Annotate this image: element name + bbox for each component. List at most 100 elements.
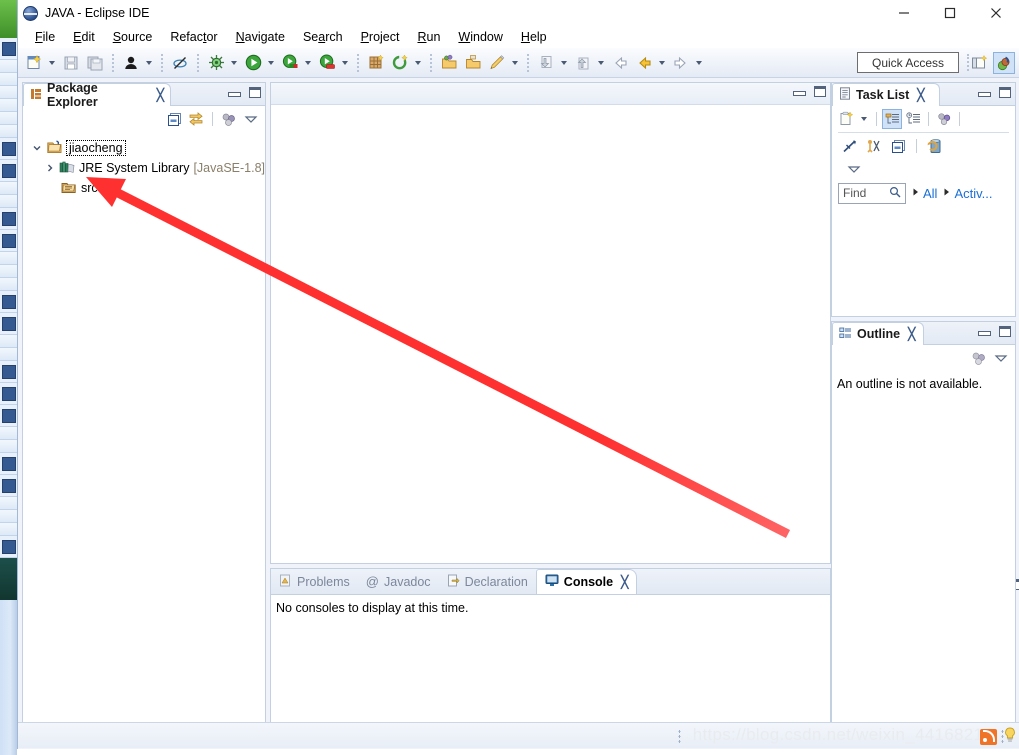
run-error-dropdown-icon[interactable]: [339, 52, 350, 74]
tab-problems[interactable]: Problems: [271, 569, 358, 594]
minimize-icon[interactable]: [978, 326, 991, 337]
minimize-icon[interactable]: [228, 87, 241, 98]
new-task-dropdown-icon[interactable]: [858, 108, 869, 130]
collapse-all-icon[interactable]: [864, 136, 884, 156]
new-wizard-icon[interactable]: [23, 52, 45, 74]
close-tab-icon[interactable]: ╳: [157, 88, 164, 102]
person-icon[interactable]: [120, 52, 142, 74]
lightbulb-icon[interactable]: [1004, 727, 1016, 745]
minimize-window-button[interactable]: [881, 0, 927, 26]
debug-dropdown-icon[interactable]: [228, 52, 239, 74]
link-break-icon[interactable]: [169, 52, 191, 74]
search-pencil-icon[interactable]: [486, 52, 508, 74]
previous-annotation-dropdown-icon[interactable]: [595, 52, 606, 74]
forward-dropdown-icon[interactable]: [693, 52, 704, 74]
new-class-dropdown-icon[interactable]: [412, 52, 423, 74]
find-input[interactable]: Find: [838, 182, 906, 204]
open-perspective-icon[interactable]: [969, 52, 991, 74]
next-annotation-icon[interactable]: [535, 52, 557, 74]
tab-task-list[interactable]: Task List ╳: [832, 83, 940, 106]
save-all-icon[interactable]: [84, 52, 106, 74]
quick-access-input[interactable]: Quick Access: [857, 52, 959, 73]
open-type-icon[interactable]: [438, 52, 460, 74]
search-dropdown-icon[interactable]: [509, 52, 520, 74]
next-annotation-dropdown-icon[interactable]: [558, 52, 569, 74]
debug-bug-icon[interactable]: [205, 52, 227, 74]
close-tab-icon[interactable]: ╳: [621, 575, 628, 589]
tab-console[interactable]: Console ╳: [535, 569, 638, 594]
back-dropdown-icon[interactable]: [656, 52, 667, 74]
restore-icon[interactable]: [888, 136, 908, 156]
view-menu-icon[interactable]: [844, 159, 864, 179]
close-window-button[interactable]: [973, 0, 1019, 26]
menu-file[interactable]: File: [26, 28, 64, 46]
run-error-icon[interactable]: [316, 52, 338, 74]
library-icon: [59, 160, 75, 177]
chevron-right-icon[interactable]: [45, 162, 55, 174]
coverage-icon[interactable]: [279, 52, 301, 74]
maximize-icon[interactable]: [249, 87, 261, 98]
menu-run[interactable]: Run: [408, 28, 449, 46]
tree-row-jre-system-library[interactable]: JRE System Library [JavaSE-1.8]: [23, 158, 265, 178]
new-task-icon[interactable]: [837, 109, 857, 129]
maximize-icon[interactable]: [999, 87, 1011, 98]
quick-access-label: Quick Access: [871, 55, 945, 70]
tab-javadoc[interactable]: @ Javadoc: [358, 569, 439, 594]
menu-refactor[interactable]: Refactor: [161, 28, 226, 46]
new-wizard-dropdown-icon[interactable]: [46, 52, 57, 74]
tab-declaration[interactable]: Declaration: [439, 569, 536, 594]
minimize-icon[interactable]: [793, 86, 806, 97]
java-perspective-icon[interactable]: [993, 52, 1015, 74]
focus-on-workweek-icon[interactable]: [934, 109, 954, 129]
new-class-icon[interactable]: [389, 52, 411, 74]
filter-activate[interactable]: Activ...: [943, 185, 993, 201]
view-menu-group-icon[interactable]: [969, 348, 989, 368]
menu-navigate[interactable]: Navigate: [227, 28, 294, 46]
menu-project[interactable]: Project: [352, 28, 409, 46]
view-menu-icon[interactable]: [241, 109, 261, 129]
tab-label: Declaration: [464, 574, 528, 589]
menu-edit[interactable]: Edit: [64, 28, 104, 46]
scheduled-presentation-icon[interactable]: [903, 109, 923, 129]
status-grip[interactable]: [678, 729, 681, 744]
back-history-icon[interactable]: [609, 52, 631, 74]
close-tab-icon[interactable]: ╳: [908, 327, 915, 341]
back-arrow-icon[interactable]: [633, 52, 655, 74]
synchronize-changed-icon[interactable]: [840, 136, 860, 156]
tree-row-jiaocheng[interactable]: jiaocheng: [23, 138, 265, 158]
menu-help[interactable]: Help: [512, 28, 556, 46]
forward-arrow-icon[interactable]: [670, 52, 692, 74]
filter-activate-label: Activ...: [954, 185, 993, 201]
categorized-presentation-icon[interactable]: [882, 109, 902, 129]
view-menu-group-icon[interactable]: [219, 109, 239, 129]
console-output[interactable]: No consoles to display at this time.: [271, 595, 830, 615]
tab-outline[interactable]: Outline ╳: [832, 322, 924, 345]
save-icon[interactable]: [60, 52, 82, 74]
run-dropdown-icon[interactable]: [265, 52, 276, 74]
person-dropdown-icon[interactable]: [143, 52, 154, 74]
previous-annotation-icon[interactable]: [572, 52, 594, 74]
editor-area[interactable]: [270, 82, 831, 564]
maximize-window-button[interactable]: [927, 0, 973, 26]
collapse-all-icon[interactable]: [164, 109, 184, 129]
refresh-repository-icon[interactable]: [925, 136, 945, 156]
chevron-down-icon[interactable]: [31, 142, 43, 154]
open-task-icon[interactable]: [462, 52, 484, 74]
menu-search[interactable]: Search: [294, 28, 352, 46]
maximize-icon[interactable]: [814, 86, 826, 97]
filter-all[interactable]: All: [912, 186, 937, 201]
new-java-package-icon[interactable]: [365, 52, 387, 74]
maximize-icon[interactable]: [999, 326, 1011, 337]
view-menu-icon[interactable]: [991, 348, 1011, 368]
search-icon[interactable]: [889, 186, 901, 201]
rss-icon[interactable]: [980, 729, 997, 745]
tab-package-explorer[interactable]: Package Explorer ╳: [23, 81, 171, 109]
close-tab-icon[interactable]: ╳: [917, 88, 924, 102]
minimize-icon[interactable]: [978, 87, 991, 98]
link-with-editor-icon[interactable]: [186, 109, 206, 129]
coverage-dropdown-icon[interactable]: [302, 52, 313, 74]
run-icon[interactable]: [242, 52, 264, 74]
menu-window[interactable]: Window: [449, 28, 511, 46]
menu-source[interactable]: Source: [104, 28, 162, 46]
tree-row-src[interactable]: src: [23, 178, 265, 198]
